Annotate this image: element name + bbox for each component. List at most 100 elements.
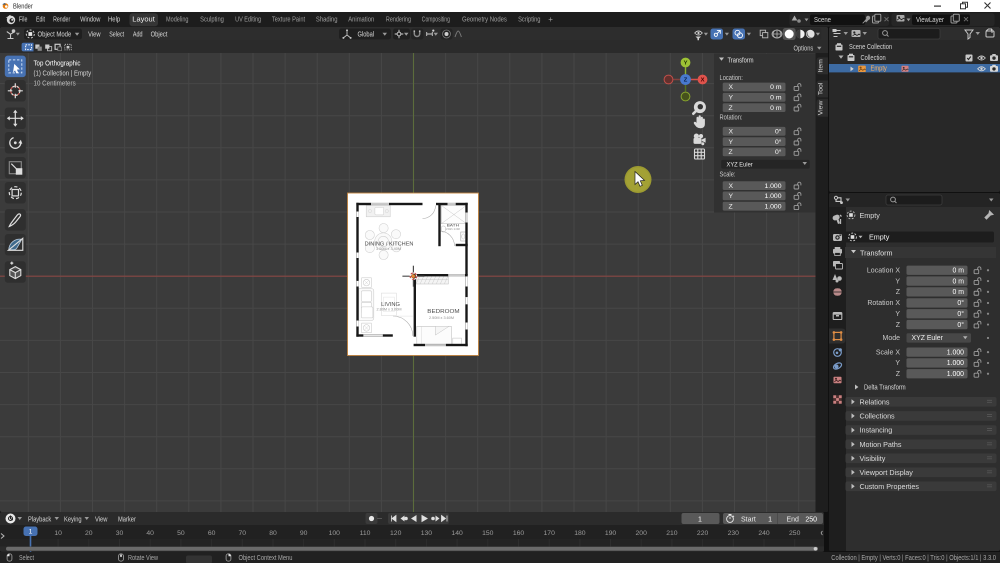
svg-text:110: 110 — [360, 530, 371, 537]
svg-text:120: 120 — [390, 530, 402, 537]
svg-text:Geometry Nodes: Geometry Nodes — [462, 17, 507, 24]
svg-text:Y: Y — [729, 138, 734, 145]
svg-text:Y: Y — [895, 311, 900, 318]
svg-text:Scripting: Scripting — [518, 17, 540, 24]
svg-text:Visibility: Visibility — [860, 454, 886, 463]
svg-text:Layout: Layout — [132, 17, 155, 24]
svg-text:Item: Item — [818, 58, 825, 72]
svg-text:Empty: Empty — [869, 233, 890, 242]
svg-text:Scale X: Scale X — [876, 349, 900, 356]
svg-text:40: 40 — [146, 530, 154, 537]
svg-text:0 m: 0 m — [770, 84, 782, 91]
svg-text:Select: Select — [109, 31, 124, 38]
svg-text:Rotation:: Rotation: — [720, 114, 743, 121]
svg-text:Z: Z — [684, 77, 688, 83]
svg-text:Rotation X: Rotation X — [867, 300, 900, 307]
svg-text:Object Context Menu: Object Context Menu — [239, 555, 293, 562]
svg-text:10 Centimeters: 10 Centimeters — [34, 78, 77, 87]
svg-text:Z: Z — [896, 371, 901, 378]
svg-text:20: 20 — [85, 530, 93, 537]
svg-text:250: 250 — [805, 516, 817, 523]
svg-text:140: 140 — [451, 530, 463, 537]
svg-text:Instancing: Instancing — [860, 426, 893, 435]
svg-text:Sculpting: Sculpting — [200, 17, 224, 24]
svg-text:Scene: Scene — [814, 17, 831, 24]
svg-text:1.000: 1.000 — [764, 193, 781, 200]
svg-text:ViewLayer: ViewLayer — [916, 17, 945, 24]
svg-text:File: File — [19, 17, 28, 24]
svg-text:0°: 0° — [775, 137, 782, 145]
svg-text:Custom Properties: Custom Properties — [860, 482, 920, 491]
svg-text:150: 150 — [482, 530, 494, 537]
svg-text:BEDROOM: BEDROOM — [427, 309, 460, 315]
svg-text:Y: Y — [729, 94, 734, 101]
svg-text:End: End — [787, 516, 800, 523]
svg-text:X: X — [729, 182, 734, 189]
svg-text:0°: 0° — [957, 321, 964, 329]
svg-text:0 m: 0 m — [953, 289, 965, 296]
svg-text:Keying: Keying — [64, 516, 82, 523]
svg-text:1.000: 1.000 — [764, 203, 781, 210]
svg-text:Playback: Playback — [28, 516, 52, 523]
svg-text:Select: Select — [19, 555, 34, 562]
svg-text:Collection: Collection — [861, 52, 886, 61]
svg-text:230: 230 — [728, 530, 740, 537]
svg-text:Shading: Shading — [316, 17, 338, 24]
svg-text:80: 80 — [269, 530, 277, 537]
svg-text:X: X — [729, 84, 734, 91]
svg-text:30: 30 — [116, 530, 124, 537]
svg-text:Location:: Location: — [720, 74, 743, 81]
svg-text:Location X: Location X — [867, 268, 900, 275]
svg-text:X: X — [729, 128, 734, 135]
svg-text:+: + — [548, 15, 553, 24]
svg-text:Options: Options — [794, 43, 814, 52]
svg-text:BATH: BATH — [447, 222, 460, 227]
svg-text:Y: Y — [684, 60, 688, 66]
svg-text:220: 220 — [697, 530, 709, 537]
svg-text:View: View — [95, 516, 108, 523]
svg-text:Marker: Marker — [118, 516, 136, 523]
svg-text:160: 160 — [513, 530, 525, 537]
svg-text:Relations: Relations — [860, 397, 890, 406]
svg-text:Y: Y — [895, 278, 900, 285]
svg-text:Object Mode: Object Mode — [38, 31, 72, 38]
svg-text:0°: 0° — [957, 310, 964, 318]
svg-text:Viewport Display: Viewport Display — [860, 468, 914, 477]
svg-text:170: 170 — [544, 530, 556, 537]
svg-text:90: 90 — [300, 530, 308, 537]
svg-text:1.000: 1.000 — [764, 182, 781, 189]
svg-text:240: 240 — [758, 530, 770, 537]
svg-text:Transform: Transform — [860, 249, 892, 258]
svg-text:X: X — [701, 77, 705, 83]
svg-text:Scene Collection: Scene Collection — [849, 42, 892, 51]
svg-text:XYZ Euler: XYZ Euler — [727, 161, 754, 168]
svg-text:2.80M x 3.00M: 2.80M x 3.00M — [377, 307, 402, 311]
svg-text:0°: 0° — [957, 299, 964, 307]
svg-text:Rendering: Rendering — [386, 17, 411, 24]
svg-text:Start: Start — [741, 516, 756, 523]
svg-text:130: 130 — [421, 530, 433, 537]
svg-text:2.50M x 3.60M: 2.50M x 3.60M — [429, 315, 454, 319]
svg-text:1.000: 1.000 — [947, 360, 964, 367]
svg-text:Top Orthographic: Top Orthographic — [34, 58, 81, 67]
svg-text:Mode: Mode — [882, 335, 900, 342]
svg-text:0°: 0° — [775, 148, 782, 156]
svg-text:Transform: Transform — [728, 55, 754, 64]
svg-text:Scale:: Scale: — [720, 171, 736, 178]
svg-text:10: 10 — [54, 530, 62, 537]
svg-text:1.000: 1.000 — [947, 349, 964, 356]
svg-text:Edit: Edit — [36, 17, 45, 24]
svg-text:Empty: Empty — [871, 63, 888, 72]
svg-text:Rotate View: Rotate View — [128, 555, 159, 562]
svg-text:Modeling: Modeling — [166, 17, 189, 24]
svg-text:Z: Z — [729, 203, 733, 210]
svg-text:Object: Object — [151, 31, 168, 38]
svg-text:1: 1 — [768, 516, 772, 523]
svg-text:Collection | Empty | Verts:0 |: Collection | Empty | Verts:0 | Faces:0 |… — [831, 555, 996, 562]
svg-text:3.00M x 3.40M: 3.00M x 3.40M — [376, 247, 401, 251]
svg-text:250: 250 — [789, 530, 801, 537]
svg-text:Collections: Collections — [860, 411, 896, 420]
svg-text:Tool: Tool — [818, 82, 825, 95]
svg-text:Z: Z — [896, 289, 901, 296]
svg-text:Compositing: Compositing — [422, 17, 450, 24]
